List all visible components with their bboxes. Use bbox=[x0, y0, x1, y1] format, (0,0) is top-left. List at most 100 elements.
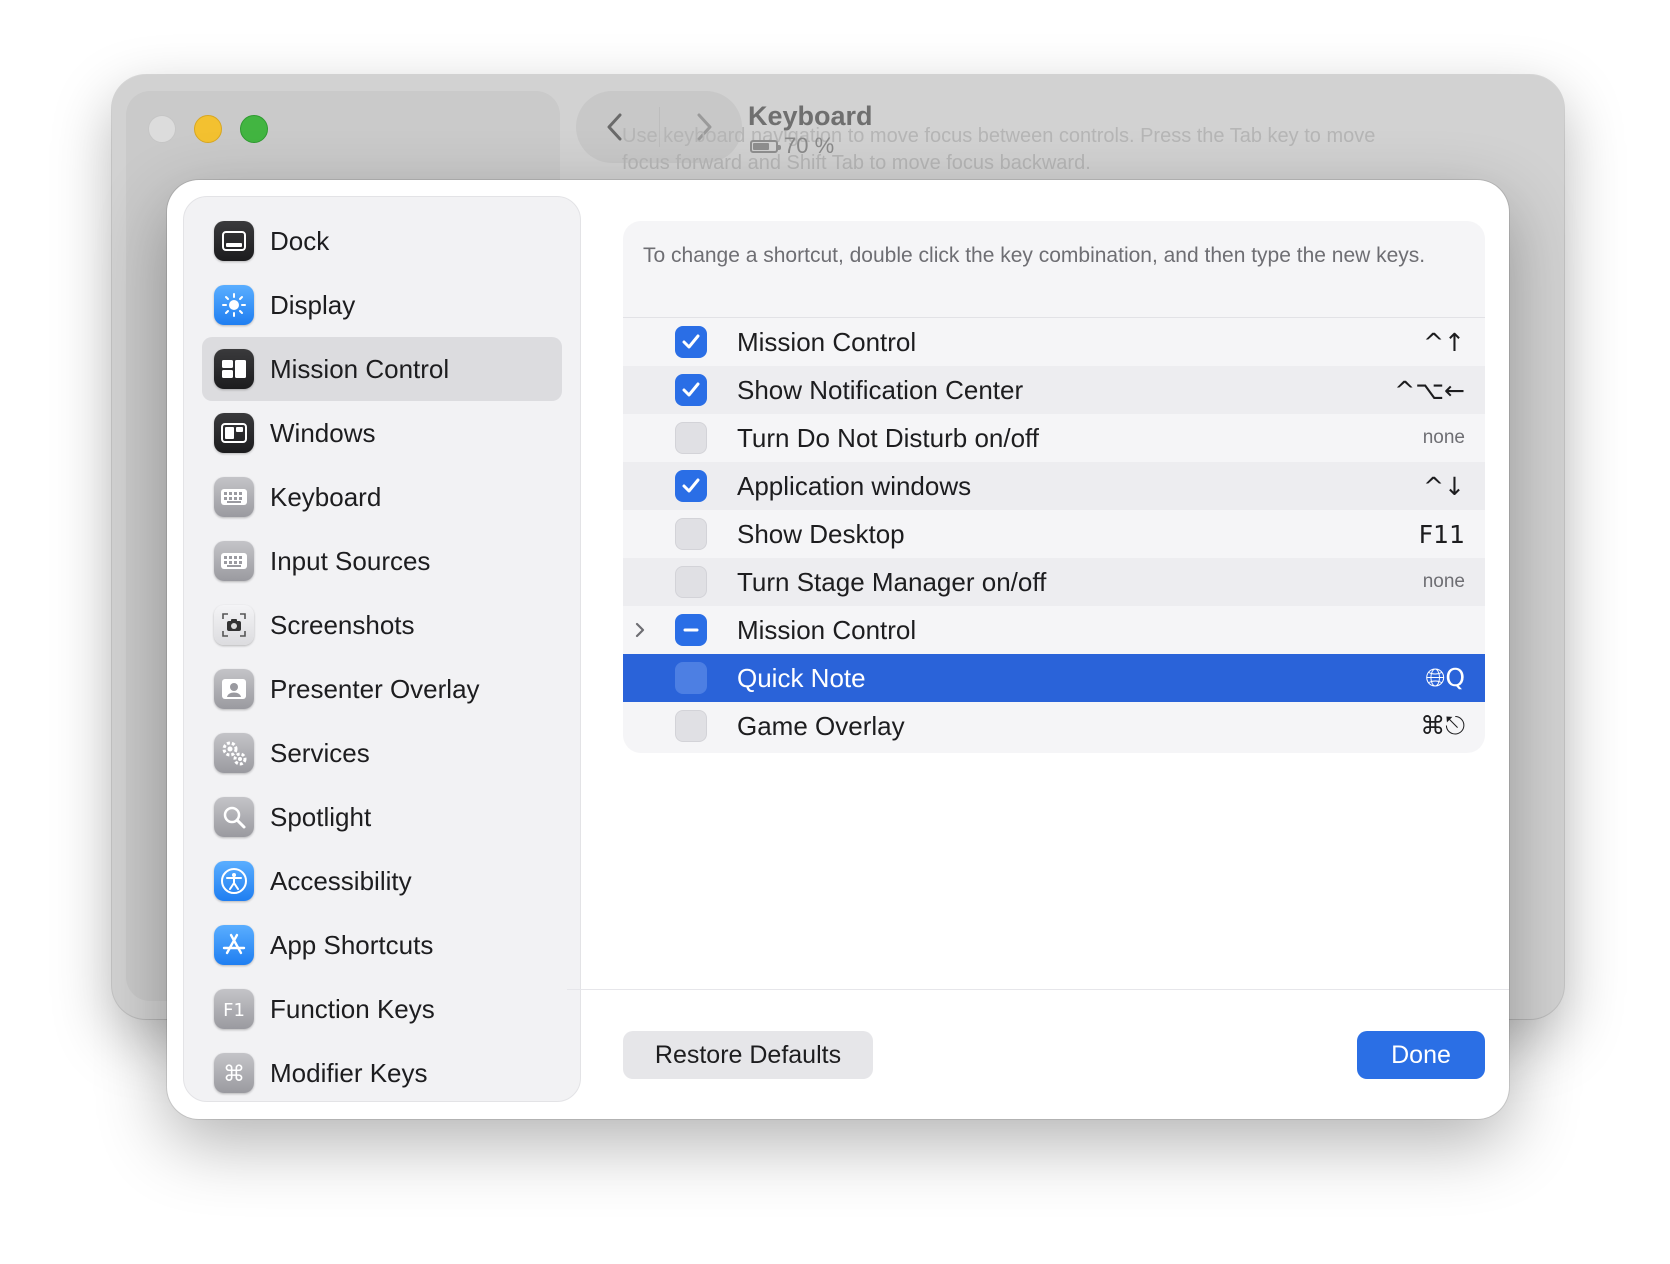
shortcut-row[interactable]: Application windows ^↓ bbox=[623, 462, 1485, 510]
f1-key-icon: F1 bbox=[214, 989, 254, 1029]
sidebar-item-accessibility[interactable]: Accessibility bbox=[202, 849, 562, 913]
minimize-window-button[interactable] bbox=[194, 115, 222, 143]
battery-status: 70 % bbox=[750, 133, 834, 159]
shortcut-row[interactable]: Mission Control ^↑ bbox=[623, 318, 1485, 366]
sidebar-item-spotlight[interactable]: Spotlight bbox=[202, 785, 562, 849]
shortcut-row[interactable]: Show Notification Center ^⌥← bbox=[623, 366, 1485, 414]
sidebar-item-windows[interactable]: Windows bbox=[202, 401, 562, 465]
enable-checkbox[interactable] bbox=[675, 662, 707, 694]
sidebar-item-label: Accessibility bbox=[270, 865, 412, 896]
display-brightness-icon bbox=[214, 285, 254, 325]
disclosure-chevron-icon[interactable] bbox=[631, 606, 649, 654]
keyboard-icon bbox=[214, 477, 254, 517]
shortcut-row[interactable]: Game Overlay ⌘⎋ bbox=[623, 702, 1485, 750]
keyboard-shortcuts-sheet: Dock Display Mission Control Windows Key… bbox=[167, 180, 1509, 1119]
sidebar-item-presenter-overlay[interactable]: Presenter Overlay bbox=[202, 657, 562, 721]
shortcut-name: Show Desktop bbox=[737, 518, 905, 549]
checkmark-icon bbox=[682, 382, 700, 397]
sidebar-item-label: Dock bbox=[270, 225, 330, 256]
shortcut-row[interactable]: Turn Stage Manager on/off none bbox=[623, 558, 1485, 606]
enable-checkbox[interactable] bbox=[675, 710, 707, 742]
shortcuts-sidebar: Dock Display Mission Control Windows Key… bbox=[183, 196, 581, 1102]
shortcut-name: Turn Stage Manager on/off bbox=[737, 566, 1047, 597]
sidebar-item-label: Modifier Keys bbox=[270, 1057, 428, 1088]
sidebar-item-function-keys[interactable]: F1 Function Keys bbox=[202, 977, 562, 1041]
restore-defaults-button[interactable]: Restore Defaults bbox=[623, 1031, 873, 1079]
sidebar-item-label: Display bbox=[270, 289, 356, 320]
keyboard-navigation-hint: Use keyboard navigation to move focus be… bbox=[622, 125, 1376, 174]
svg-text:⌘: ⌘ bbox=[223, 1062, 245, 1087]
key-combination[interactable]: ^↑ bbox=[1423, 328, 1465, 357]
dock-icon bbox=[214, 221, 254, 261]
enable-checkbox[interactable] bbox=[675, 326, 707, 358]
checkmark-icon bbox=[682, 478, 700, 493]
key-combination[interactable]: none bbox=[1423, 571, 1465, 593]
sidebar-item-label: Services bbox=[270, 737, 370, 768]
key-combination[interactable]: F11 bbox=[1419, 520, 1465, 549]
command-key-icon: ⌘ bbox=[214, 1053, 254, 1093]
sidebar-item-label: Screenshots bbox=[270, 609, 415, 640]
key-combination[interactable]: ⌘⎋ bbox=[1420, 711, 1465, 741]
input-sources-keyboard-icon bbox=[214, 541, 254, 581]
enable-checkbox[interactable] bbox=[675, 518, 707, 550]
app-store-icon bbox=[214, 925, 254, 965]
chevron-left-icon bbox=[607, 113, 621, 141]
presenter-overlay-icon bbox=[214, 669, 254, 709]
shortcut-name: Quick Note bbox=[737, 662, 866, 693]
sidebar-item-label: Function Keys bbox=[270, 993, 435, 1024]
shortcut-name: Show Notification Center bbox=[737, 374, 1024, 405]
mission-control-icon bbox=[214, 349, 254, 389]
footer-divider bbox=[567, 989, 1509, 990]
shortcut-name: Mission Control bbox=[737, 326, 917, 357]
enable-checkbox[interactable] bbox=[675, 374, 707, 406]
sidebar-item-label: App Shortcuts bbox=[270, 929, 434, 960]
checkmark-icon bbox=[682, 334, 700, 349]
sidebar-item-dock[interactable]: Dock bbox=[202, 209, 562, 273]
sidebar-item-display[interactable]: Display bbox=[202, 273, 562, 337]
magnifier-icon bbox=[214, 797, 254, 837]
sidebar-item-services[interactable]: Services bbox=[202, 721, 562, 785]
key-combination[interactable]: none bbox=[1423, 427, 1465, 449]
shortcut-name: Application windows bbox=[737, 470, 972, 501]
shortcut-group-row[interactable]: Mission Control bbox=[623, 606, 1485, 654]
sidebar-item-label: Keyboard bbox=[270, 481, 382, 512]
battery-percentage: 70 % bbox=[784, 133, 835, 158]
sidebar-item-mission-control[interactable]: Mission Control bbox=[202, 337, 562, 401]
shortcut-name: Mission Control bbox=[737, 614, 917, 645]
shortcut-row-selected[interactable]: Quick Note 🌐︎Q bbox=[623, 654, 1485, 702]
shortcut-name: Game Overlay bbox=[737, 710, 905, 741]
sidebar-item-label: Windows bbox=[270, 417, 376, 448]
key-combination[interactable]: 🌐︎Q bbox=[1425, 663, 1465, 693]
done-button[interactable]: Done bbox=[1357, 1031, 1485, 1079]
enable-checkbox[interactable] bbox=[675, 566, 707, 598]
window-title: Keyboard bbox=[748, 101, 873, 131]
sidebar-item-label: Input Sources bbox=[270, 545, 431, 576]
dash-icon bbox=[683, 628, 699, 632]
svg-text:F1: F1 bbox=[223, 1000, 245, 1021]
sidebar-item-app-shortcuts[interactable]: App Shortcuts bbox=[202, 913, 562, 977]
sidebar-item-input-sources[interactable]: Input Sources bbox=[202, 529, 562, 593]
close-window-button[interactable] bbox=[148, 115, 176, 143]
battery-icon bbox=[750, 139, 781, 153]
key-combination[interactable]: ^⌥← bbox=[1394, 376, 1465, 405]
sidebar-item-label: Spotlight bbox=[270, 801, 372, 832]
sidebar-item-label: Mission Control bbox=[270, 353, 450, 384]
camera-icon bbox=[214, 605, 254, 645]
sidebar-item-modifier-keys[interactable]: ⌘ Modifier Keys bbox=[202, 1041, 562, 1101]
shortcut-row[interactable]: Show Desktop F11 bbox=[623, 510, 1485, 558]
shortcut-name: Turn Do Not Disturb on/off bbox=[737, 422, 1040, 453]
sidebar-item-label: Presenter Overlay bbox=[270, 673, 480, 704]
shortcuts-list-panel: To change a shortcut, double click the k… bbox=[623, 221, 1485, 753]
windows-icon bbox=[214, 413, 254, 453]
zoom-window-button[interactable] bbox=[240, 115, 268, 143]
group-enable-checkbox[interactable] bbox=[675, 614, 707, 646]
enable-checkbox[interactable] bbox=[675, 470, 707, 502]
sidebar-item-screenshots[interactable]: Screenshots bbox=[202, 593, 562, 657]
sidebar-item-keyboard[interactable]: Keyboard bbox=[202, 465, 562, 529]
enable-checkbox[interactable] bbox=[675, 422, 707, 454]
gears-icon bbox=[214, 733, 254, 773]
key-combination[interactable]: ^↓ bbox=[1423, 472, 1465, 501]
shortcut-instructions: To change a shortcut, double click the k… bbox=[623, 221, 1485, 318]
accessibility-icon bbox=[214, 861, 254, 901]
shortcut-row[interactable]: Turn Do Not Disturb on/off none bbox=[623, 414, 1485, 462]
